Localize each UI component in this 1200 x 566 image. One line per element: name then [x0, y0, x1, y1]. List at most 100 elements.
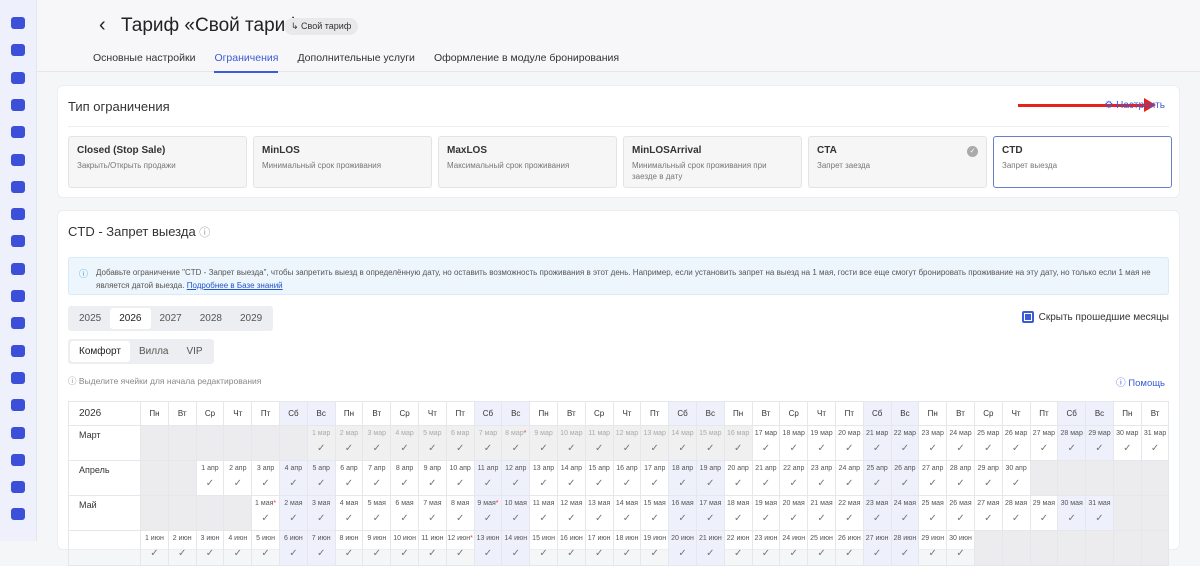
day-cell[interactable]: 16 июн✓: [557, 531, 585, 566]
day-cell[interactable]: 20 мар✓: [835, 426, 863, 461]
layers-icon[interactable]: [11, 181, 25, 193]
day-cell[interactable]: 29 мая✓: [1030, 496, 1058, 531]
day-cell[interactable]: 2 мар✓: [335, 426, 363, 461]
restriction-type-ctd[interactable]: CTDЗапрет выезда: [993, 136, 1172, 188]
day-cell[interactable]: 9 мар✓: [530, 426, 558, 461]
year-tab-2025[interactable]: 2025: [70, 308, 110, 329]
wallet-icon[interactable]: [11, 372, 25, 384]
day-cell[interactable]: 21 мар✓: [863, 426, 891, 461]
day-cell[interactable]: 20 июн✓: [669, 531, 697, 566]
day-cell[interactable]: 1 апр✓: [196, 461, 224, 496]
day-cell[interactable]: 22 апр✓: [780, 461, 808, 496]
day-cell[interactable]: 6 мар✓: [446, 426, 474, 461]
day-cell[interactable]: 7 апр✓: [363, 461, 391, 496]
day-cell[interactable]: 24 июн✓: [780, 531, 808, 566]
day-cell[interactable]: 12 июн*✓: [446, 531, 474, 566]
day-cell[interactable]: 28 мар✓: [1058, 426, 1086, 461]
day-cell[interactable]: 15 мая✓: [641, 496, 669, 531]
day-cell[interactable]: 27 апр✓: [919, 461, 947, 496]
day-cell[interactable]: 21 июн✓: [696, 531, 724, 566]
day-cell[interactable]: 9 мая*✓: [474, 496, 502, 531]
day-cell[interactable]: 2 июн✓: [168, 531, 196, 566]
day-cell[interactable]: 4 мая✓: [335, 496, 363, 531]
day-cell[interactable]: 19 июн✓: [641, 531, 669, 566]
day-cell[interactable]: 12 мая✓: [557, 496, 585, 531]
day-cell[interactable]: 16 мар✓: [724, 426, 752, 461]
day-cell[interactable]: 29 апр✓: [974, 461, 1002, 496]
day-cell[interactable]: 8 июн✓: [335, 531, 363, 566]
day-cell[interactable]: 23 апр✓: [808, 461, 836, 496]
day-cell[interactable]: 19 мар✓: [808, 426, 836, 461]
day-cell[interactable]: 17 мар✓: [752, 426, 780, 461]
day-cell[interactable]: 23 июн✓: [752, 531, 780, 566]
setup-button[interactable]: ⚙ Настроить: [1104, 100, 1165, 111]
day-cell[interactable]: 18 мая✓: [724, 496, 752, 531]
day-cell[interactable]: 26 апр✓: [891, 461, 919, 496]
info-icon[interactable]: ⓘ: [199, 227, 210, 239]
day-cell[interactable]: 1 мая*✓: [252, 496, 280, 531]
day-cell[interactable]: 9 июн✓: [363, 531, 391, 566]
calendar-icon[interactable]: [11, 44, 25, 56]
day-cell[interactable]: 10 мар✓: [557, 426, 585, 461]
day-cell[interactable]: 11 мар✓: [585, 426, 613, 461]
day-cell[interactable]: 25 июн✓: [808, 531, 836, 566]
restriction-type-minlos[interactable]: MinLOSМинимальный срок проживания: [253, 136, 432, 188]
tab-booking-module[interactable]: Оформление в модуле бронирования: [434, 52, 619, 73]
day-cell[interactable]: 3 апр✓: [252, 461, 280, 496]
day-cell[interactable]: 29 мар✓: [1086, 426, 1114, 461]
day-cell[interactable]: 19 апр✓: [696, 461, 724, 496]
room-tab[interactable]: Вилла: [130, 341, 178, 362]
day-cell[interactable]: 7 мая✓: [418, 496, 446, 531]
restriction-type-minlosarrival[interactable]: MinLOSArrivalМинимальный срок проживания…: [623, 136, 802, 188]
day-cell[interactable]: 1 июн✓: [141, 531, 169, 566]
day-cell[interactable]: 28 мая✓: [1002, 496, 1030, 531]
day-cell[interactable]: 24 мар✓: [947, 426, 975, 461]
day-cell[interactable]: 22 мар✓: [891, 426, 919, 461]
day-cell[interactable]: 15 апр✓: [585, 461, 613, 496]
day-cell[interactable]: 13 мая✓: [585, 496, 613, 531]
day-cell[interactable]: 6 мая✓: [391, 496, 419, 531]
room-tab[interactable]: VIP: [177, 341, 211, 362]
day-cell[interactable]: 25 мая✓: [919, 496, 947, 531]
day-cell[interactable]: 6 июн✓: [279, 531, 307, 566]
help-button[interactable]: ⓘ Помощь: [1116, 375, 1165, 389]
day-cell[interactable]: 9 апр✓: [418, 461, 446, 496]
day-cell[interactable]: 8 мар*✓: [502, 426, 530, 461]
day-cell[interactable]: 15 июн✓: [530, 531, 558, 566]
day-cell[interactable]: 17 апр✓: [641, 461, 669, 496]
day-cell[interactable]: 20 мая✓: [780, 496, 808, 531]
day-cell[interactable]: 28 июн✓: [891, 531, 919, 566]
day-cell[interactable]: 3 мар✓: [363, 426, 391, 461]
day-cell[interactable]: 11 апр✓: [474, 461, 502, 496]
day-cell[interactable]: 27 мая✓: [974, 496, 1002, 531]
day-cell[interactable]: 30 мар✓: [1113, 426, 1141, 461]
restriction-type-cta[interactable]: CTAЗапрет заезда✓: [808, 136, 987, 188]
year-tab-2028[interactable]: 2028: [191, 308, 231, 329]
year-tab-2026[interactable]: 2026: [110, 308, 150, 329]
day-cell[interactable]: 18 июн✓: [613, 531, 641, 566]
bell-icon[interactable]: [11, 17, 25, 29]
day-cell[interactable]: 31 мар✓: [1141, 426, 1169, 461]
day-cell[interactable]: 7 июн✓: [307, 531, 335, 566]
box-icon[interactable]: [11, 345, 25, 357]
day-cell[interactable]: 7 мар✓: [474, 426, 502, 461]
day-cell[interactable]: 22 мая✓: [835, 496, 863, 531]
day-cell[interactable]: 24 апр✓: [835, 461, 863, 496]
percent-icon[interactable]: [11, 99, 25, 111]
day-cell[interactable]: 20 апр✓: [724, 461, 752, 496]
day-cell[interactable]: 30 июн✓: [947, 531, 975, 566]
day-cell[interactable]: 15 мар✓: [696, 426, 724, 461]
day-cell[interactable]: 31 мая✓: [1086, 496, 1114, 531]
day-cell[interactable]: 17 июн✓: [585, 531, 613, 566]
day-cell[interactable]: 10 апр✓: [446, 461, 474, 496]
day-cell[interactable]: 27 мар✓: [1030, 426, 1058, 461]
day-cell[interactable]: 4 июн✓: [224, 531, 252, 566]
day-cell[interactable]: 25 апр✓: [863, 461, 891, 496]
day-cell[interactable]: 5 июн✓: [252, 531, 280, 566]
check-icon[interactable]: [11, 235, 25, 247]
day-cell[interactable]: 26 мар✓: [1002, 426, 1030, 461]
day-cell[interactable]: 13 апр✓: [530, 461, 558, 496]
shield-icon[interactable]: [11, 427, 25, 439]
day-cell[interactable]: 2 мая✓: [279, 496, 307, 531]
profile-icon[interactable]: [11, 508, 25, 520]
